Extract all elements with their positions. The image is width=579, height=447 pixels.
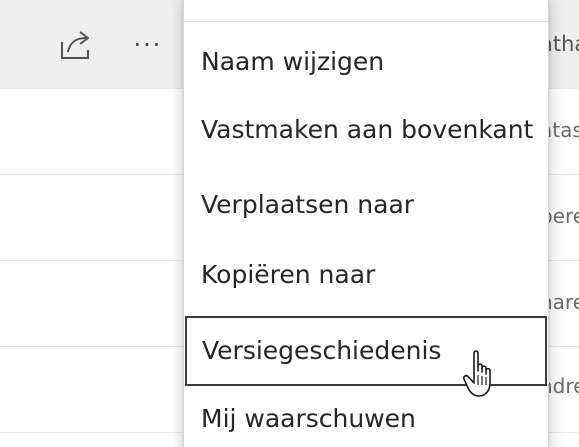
- hand-pointer-icon: [463, 350, 491, 397]
- menu-item-move-to[interactable]: Verplaatsen naar: [184, 173, 548, 237]
- menu-item-rename[interactable]: Naam wijzigen: [184, 30, 548, 94]
- more-icon[interactable]: ···: [128, 30, 168, 60]
- share-icon[interactable]: [58, 28, 94, 62]
- menu-divider: [184, 21, 548, 22]
- menu-item-pin-to-top[interactable]: Vastmaken aan bovenkant: [184, 98, 548, 162]
- menu-item-copy-to[interactable]: Kopiëren naar: [184, 243, 548, 307]
- list-view: ··· atha atas pere nare ndre Naam wijzig…: [0, 0, 579, 447]
